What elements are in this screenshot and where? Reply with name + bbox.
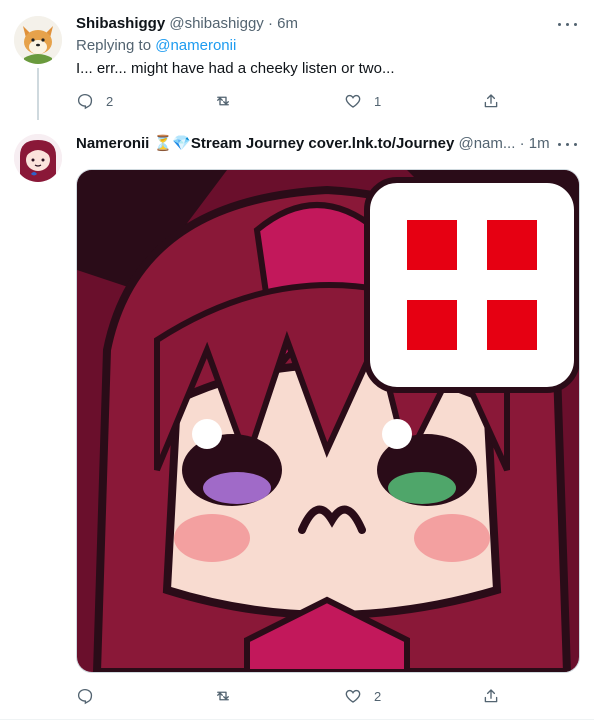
like-button[interactable]: 1 (344, 91, 381, 111)
tweet-image-angry-character[interactable] (76, 169, 580, 673)
author-handle[interactable]: @shibashiggy (169, 15, 263, 32)
tweet-text: I... err... might have had a cheeky list… (76, 60, 395, 77)
separator-dot: · (519, 135, 525, 152)
replying-to-prefix: Replying to (76, 37, 156, 54)
reply-icon (77, 93, 93, 110)
tweet-time[interactable]: 6m (277, 15, 298, 32)
heart-icon (345, 94, 361, 108)
retweet-button[interactable] (214, 686, 244, 706)
thread-connector-line (37, 68, 39, 120)
angry-chibi-image (77, 170, 579, 672)
separator-dot: · (267, 15, 273, 32)
reply-icon (77, 688, 93, 705)
tweet-actions: 2 (76, 686, 500, 706)
author-name[interactable]: Nameronii ⏳💎Stream Journey cover.lnk.to/… (76, 135, 454, 152)
more-icon[interactable] (556, 14, 580, 34)
shiba-avatar-image (14, 16, 62, 64)
share-button[interactable] (482, 686, 500, 706)
tweet-header: Shibashiggy @shibashiggy · 6m (76, 14, 298, 34)
replying-to-line: Replying to @nameronii (76, 36, 236, 56)
reply-button[interactable]: 2 (76, 91, 113, 111)
tweet-shibashiggy[interactable]: Shibashiggy @shibashiggy · 6m Replying t… (0, 0, 594, 120)
nameronii-avatar-image (14, 134, 62, 182)
share-icon (484, 94, 498, 108)
tweet-actions: 2 1 (76, 91, 500, 111)
bottom-divider (0, 719, 594, 720)
like-button[interactable]: 2 (344, 686, 381, 706)
author-handle[interactable]: @nam... (458, 135, 515, 152)
like-count: 1 (374, 93, 382, 109)
share-button[interactable] (482, 91, 500, 111)
reply-count: 2 (106, 93, 114, 109)
reply-button[interactable] (76, 686, 106, 706)
share-icon (484, 689, 498, 703)
avatar-nameronii[interactable] (14, 134, 62, 182)
retweet-button[interactable] (214, 91, 244, 111)
replying-to-mention[interactable]: @nameronii (155, 37, 236, 54)
retweet-icon (217, 691, 229, 701)
tweet-time[interactable]: 1m (529, 135, 550, 152)
more-icon[interactable] (556, 134, 580, 154)
tweet-header: Nameronii ⏳💎Stream Journey cover.lnk.to/… (76, 134, 550, 154)
avatar-shibashiggy[interactable] (14, 16, 62, 64)
heart-icon (345, 689, 361, 703)
author-name[interactable]: Shibashiggy (76, 15, 165, 32)
like-count: 2 (374, 688, 382, 704)
retweet-icon (217, 96, 229, 106)
